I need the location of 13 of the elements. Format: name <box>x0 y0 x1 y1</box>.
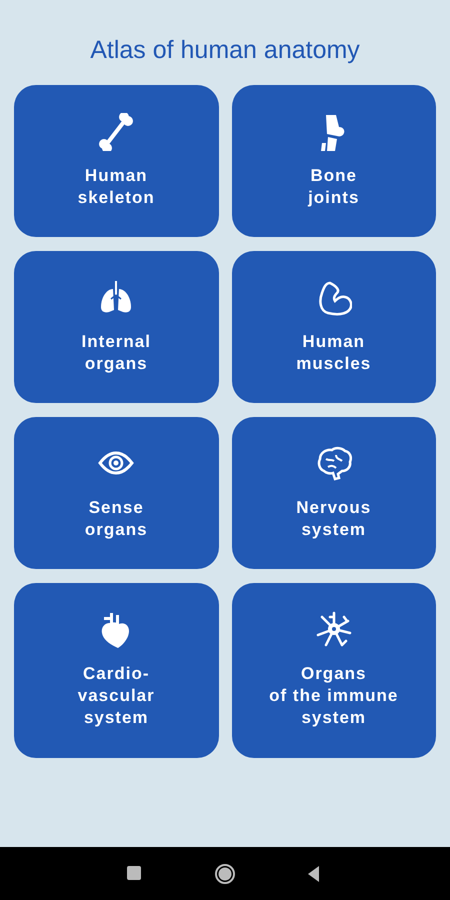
cell-icon <box>316 611 352 649</box>
category-tile[interactable]: Human muscles <box>232 250 436 402</box>
app-title: Atlas of human anatomy <box>89 35 361 66</box>
category-tile[interactable]: Organs of the immune system <box>232 582 436 758</box>
category-tile[interactable]: Cardio- vascular system <box>14 582 218 758</box>
category-tile[interactable]: Nervous system <box>232 416 436 568</box>
bone-icon <box>98 112 134 150</box>
category-tile[interactable]: Human skeleton <box>14 84 218 236</box>
category-tile[interactable]: Bone joints <box>232 84 436 236</box>
category-tile[interactable]: Internal organs <box>14 250 218 402</box>
category-tile[interactable]: Sense organs <box>14 416 218 568</box>
brain-icon <box>316 444 352 482</box>
home-icon[interactable] <box>215 864 235 884</box>
